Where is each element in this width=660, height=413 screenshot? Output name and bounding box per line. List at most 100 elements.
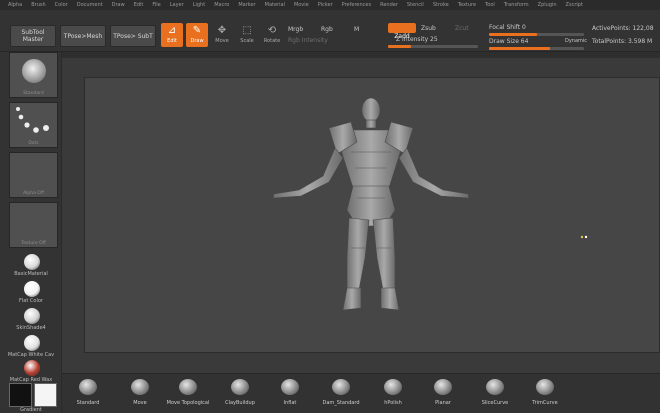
- menu-file[interactable]: File: [152, 0, 160, 10]
- focal-shift-slider[interactable]: [489, 33, 584, 36]
- menu-movie[interactable]: Movie: [294, 0, 309, 10]
- brush-shelf: Standard Move Move Topological ClayBuildup I…: [62, 373, 660, 413]
- brush-icon: [384, 379, 402, 395]
- brush-label: Dam_Standard: [322, 400, 360, 406]
- mrgb-toggle[interactable]: Mrgb: [288, 26, 303, 33]
- brush-label: SliceCurve: [481, 400, 509, 406]
- brush-icon: [179, 379, 197, 395]
- brush-thumbnail-label: Standard: [23, 91, 44, 96]
- cursor-indicator: [580, 224, 588, 239]
- viewport-canvas[interactable]: [84, 77, 660, 353]
- menu-draw[interactable]: Draw: [112, 0, 125, 10]
- menu-zscript[interactable]: Zscript: [566, 0, 583, 10]
- tool-label: Draw: [190, 38, 204, 44]
- menu-macro[interactable]: Macro: [214, 0, 229, 10]
- zadd-button[interactable]: Zadd: [388, 23, 416, 40]
- alpha-thumbnail[interactable]: Alpha Off: [9, 152, 58, 198]
- menu-zplugin[interactable]: Zplugin: [538, 0, 557, 10]
- draw-size-slider[interactable]: [489, 47, 584, 50]
- tool-edit-button[interactable]: ⊿ Edit: [161, 23, 183, 47]
- material-sphere-icon[interactable]: [24, 254, 40, 270]
- tool-label: Rotate: [263, 38, 281, 44]
- z-intensity-slider[interactable]: [388, 45, 478, 48]
- material-label: SkinShade4: [16, 325, 46, 331]
- menu-render[interactable]: Render: [380, 0, 398, 10]
- brush-icon: [434, 379, 452, 395]
- tool-draw-button[interactable]: ✎ Draw: [186, 23, 208, 47]
- brush-slicecurve[interactable]: SliceCurve: [475, 375, 515, 411]
- zsub-button[interactable]: Zsub: [421, 25, 436, 32]
- focal-shift-fill: [489, 33, 537, 36]
- menu-stencil[interactable]: Stencil: [407, 0, 424, 10]
- menu-bar: Alpha Brush Color Document Draw Edit File Layer…: [0, 0, 660, 10]
- menu-transform[interactable]: Transform: [504, 0, 529, 10]
- brush-icon: [486, 379, 504, 395]
- brush-thumbnail[interactable]: Standard: [9, 52, 58, 98]
- dots-stroke-icon: [16, 107, 49, 133]
- tool-label: Scale: [240, 38, 254, 44]
- color-swatch-black[interactable]: [9, 383, 32, 407]
- brush-hpolish[interactable]: hPolish: [373, 375, 413, 411]
- tpose-mesh-button[interactable]: TPose>Mesh: [60, 25, 106, 47]
- brush-standard[interactable]: Standard: [68, 375, 108, 411]
- menu-brush[interactable]: Brush: [31, 0, 45, 10]
- brush-move[interactable]: Move: [120, 375, 160, 411]
- subtool-master-label: SubTool Master: [21, 29, 45, 43]
- subtool-master-button[interactable]: SubTool Master: [10, 25, 56, 47]
- brush-label: Move Topological: [166, 400, 210, 406]
- tpose-subt-button[interactable]: TPose> SubT: [110, 25, 156, 47]
- material-label: BasicMaterial: [14, 271, 48, 277]
- brush-claybuildup[interactable]: ClayBuildup: [220, 375, 260, 411]
- menu-layer[interactable]: Layer: [170, 0, 184, 10]
- armored-character-model: [272, 97, 470, 311]
- menu-preferences[interactable]: Preferences: [342, 0, 371, 10]
- tool-label: Edit: [167, 38, 177, 44]
- zcut-button[interactable]: Zcut: [455, 25, 469, 32]
- z-intensity-fill: [388, 45, 411, 48]
- material-sphere-icon[interactable]: [24, 360, 40, 376]
- brush-label: Inflat: [283, 400, 297, 406]
- brush-inflat[interactable]: Inflat: [270, 375, 310, 411]
- menu-edit[interactable]: Edit: [134, 0, 144, 10]
- texture-thumbnail[interactable]: Texture Off: [9, 202, 58, 248]
- brush-icon: [536, 379, 554, 395]
- material-label: Flat Color: [19, 298, 43, 304]
- active-points-readout: ActivePoints: 122,08: [592, 25, 654, 32]
- brush-icon: [231, 379, 249, 395]
- tpose-mesh-label: TPose>Mesh: [63, 32, 103, 40]
- menu-tool[interactable]: Tool: [485, 0, 495, 10]
- rgb-toggle[interactable]: Rgb: [321, 26, 333, 33]
- stroke-thumbnail[interactable]: Dots: [9, 102, 58, 148]
- stroke-thumbnail-label: Dots: [28, 141, 39, 146]
- menu-material[interactable]: Material: [265, 0, 285, 10]
- menu-texture[interactable]: Texture: [458, 0, 476, 10]
- brush-trimcurve[interactable]: TrimCurve: [525, 375, 565, 411]
- menu-picker[interactable]: Picker: [318, 0, 333, 10]
- menu-stroke[interactable]: Stroke: [433, 0, 449, 10]
- material-sphere-icon[interactable]: [24, 308, 40, 324]
- menu-alpha[interactable]: Alpha: [8, 0, 22, 10]
- draw-size-label: Draw Size 64: [489, 38, 529, 45]
- brush-label: Move: [133, 400, 147, 406]
- brush-planar[interactable]: Planar: [423, 375, 463, 411]
- dynamic-toggle[interactable]: Dynamic: [565, 38, 587, 44]
- brush-dam-standard[interactable]: Dam_Standard: [321, 375, 361, 411]
- material-sphere-icon[interactable]: [24, 335, 40, 351]
- brush-move-topological[interactable]: Move Topological: [167, 375, 209, 411]
- draw-size-fill: [489, 47, 550, 50]
- m-toggle[interactable]: M: [354, 26, 359, 33]
- menu-light[interactable]: Light: [193, 0, 205, 10]
- draw-icon: ✎: [192, 25, 202, 36]
- tool-move-button[interactable]: ✥ Move: [211, 23, 233, 47]
- rgb-intensity-slider[interactable]: Rgb Intensity: [288, 37, 328, 44]
- color-swatch-white[interactable]: [34, 383, 57, 407]
- brush-label: hPolish: [384, 400, 402, 406]
- menu-marker[interactable]: Marker: [238, 0, 255, 10]
- left-shelf: Standard Dots Alpha Off Texture Off Basi…: [0, 52, 62, 413]
- tool-scale-button[interactable]: ⬚ Scale: [236, 23, 258, 47]
- tool-rotate-button[interactable]: ⟲ Rotate: [261, 23, 283, 47]
- menu-document[interactable]: Document: [77, 0, 103, 10]
- menu-color[interactable]: Color: [55, 0, 68, 10]
- z-intensity-label: Z Intensity 25: [396, 36, 438, 43]
- material-sphere-icon[interactable]: [24, 281, 40, 297]
